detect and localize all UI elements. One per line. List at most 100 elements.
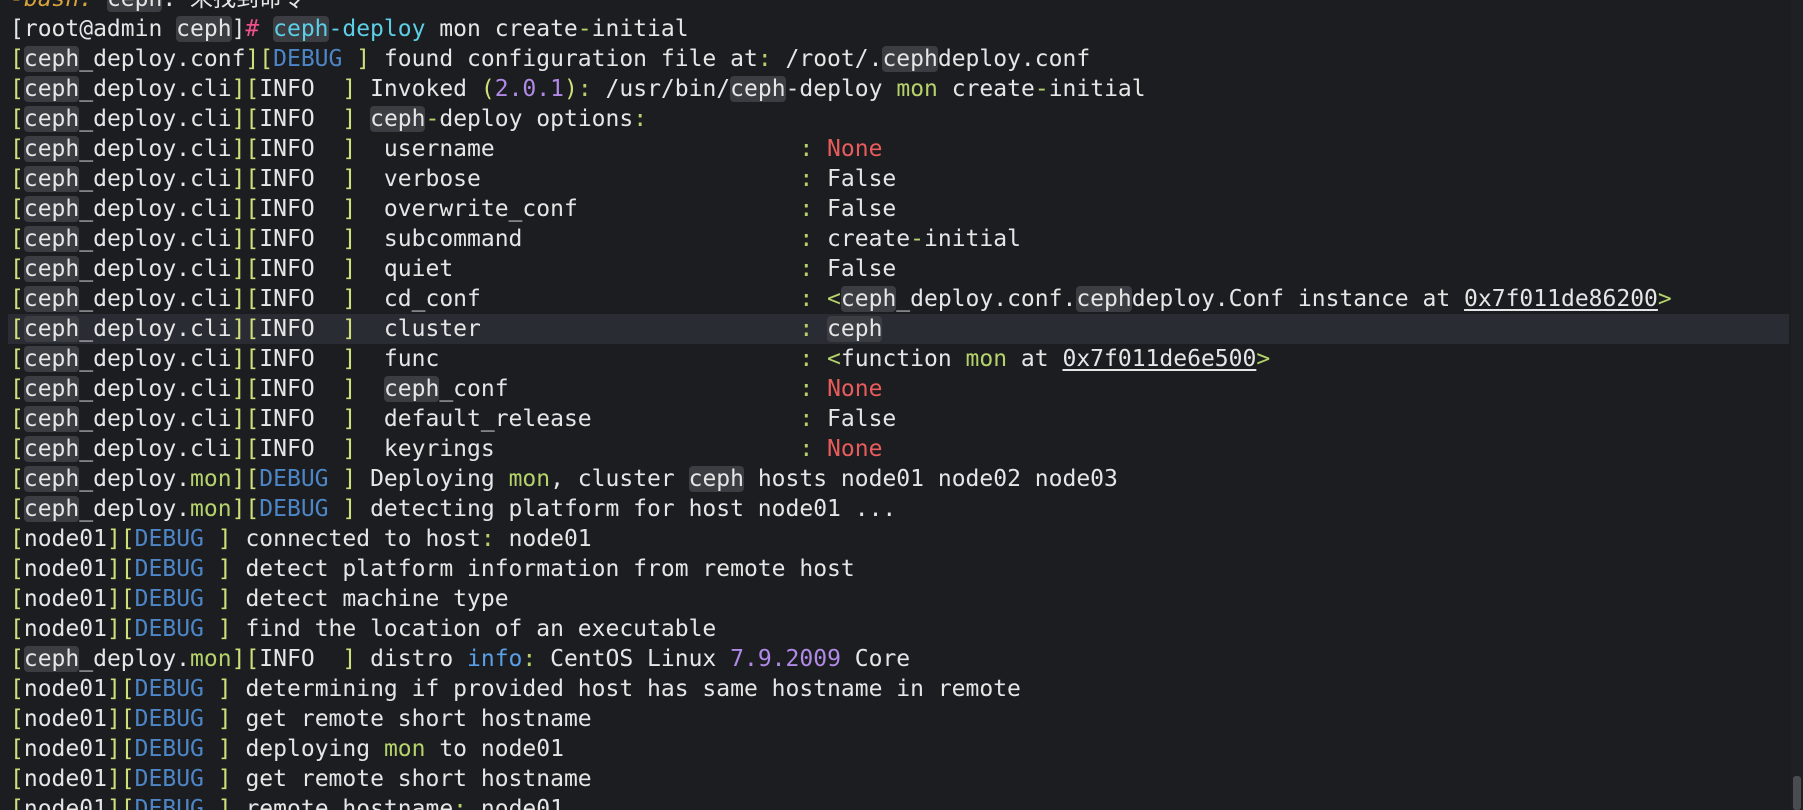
output-text: : xyxy=(577,76,592,102)
output-text: [ xyxy=(10,46,24,72)
output-text: # xyxy=(245,16,274,42)
output-text: _deploy. xyxy=(79,646,191,672)
output-text: : xyxy=(633,106,648,132)
output-text: _deploy.conf. xyxy=(896,286,1077,312)
output-text: [ xyxy=(10,736,24,762)
output-text: ][ xyxy=(106,706,135,732)
output-text: : xyxy=(757,46,772,72)
output-text: DEBUG xyxy=(273,46,357,72)
terminal-line: [ceph_deploy.cli][INFO ] default_release… xyxy=(8,404,1789,434)
output-text: [ xyxy=(10,706,24,732)
output-text: ][ xyxy=(231,256,260,282)
output-text: mon xyxy=(190,646,232,672)
output-text: DEBUG xyxy=(259,466,343,492)
output-text: INFO xyxy=(259,256,343,282)
output-text: cluster xyxy=(356,316,800,342)
output-text: ] xyxy=(217,796,232,810)
output-text: : xyxy=(799,196,828,222)
output-text: find the location of an executable xyxy=(231,616,717,642)
output-text: ][ xyxy=(231,106,260,132)
output-text: initial xyxy=(1048,76,1146,102)
output-text: : xyxy=(799,406,828,432)
output-text: , cluster xyxy=(550,466,689,492)
output-text: to node01 xyxy=(425,736,564,762)
output-text: : xyxy=(453,796,468,810)
output-text: : xyxy=(522,646,537,672)
output-text: -bash: xyxy=(10,0,107,12)
output-text: ][ xyxy=(106,796,135,810)
output-text: ] xyxy=(342,166,357,192)
output-text: _deploy.cli xyxy=(79,436,232,462)
output-text: mon xyxy=(190,496,232,522)
output-text: quiet xyxy=(356,256,800,282)
output-text: [ xyxy=(10,496,24,522)
output-text: _deploy. xyxy=(79,496,191,522)
terminal-window[interactable]: -bash: ceph: 未找到命令[root@admin ceph]# cep… xyxy=(0,0,1803,810)
output-text: ] xyxy=(217,706,232,732)
terminal-line: [node01][DEBUG ] detect platform informa… xyxy=(8,554,1789,584)
output-text: ] xyxy=(342,376,357,402)
output-text: 7.9.2009 xyxy=(730,646,841,672)
output-text: 2.0.1 xyxy=(494,76,564,102)
output-text: - xyxy=(577,16,592,42)
terminal-line: [root@admin ceph]# ceph-deploy mon creat… xyxy=(8,14,1789,44)
output-text: ] xyxy=(342,256,357,282)
output-text: - xyxy=(1034,76,1049,102)
output-text: _conf xyxy=(439,376,800,402)
output-text: INFO xyxy=(259,436,343,462)
output-text: node01 xyxy=(23,766,107,792)
output-text: [ xyxy=(10,436,24,462)
output-text: DEBUG xyxy=(134,676,218,702)
output-text: ][ xyxy=(106,556,135,582)
output-text: - xyxy=(425,106,440,132)
output-text: ceph xyxy=(23,496,80,522)
output-text: ] xyxy=(217,766,232,792)
output-text: ][ xyxy=(231,466,260,492)
output-text: node01 xyxy=(23,736,107,762)
output-text: [ xyxy=(10,346,24,372)
output-text: [ xyxy=(10,556,24,582)
output-text: /usr/bin/ xyxy=(591,76,731,102)
terminal-output: -bash: ceph: 未找到命令[root@admin ceph]# cep… xyxy=(8,0,1789,810)
output-text: node01 xyxy=(23,676,107,702)
output-text: overwrite_conf xyxy=(356,196,800,222)
output-text: -deploy xyxy=(328,16,426,42)
output-text: ] xyxy=(342,196,357,222)
output-text: detecting platform for host node01 ... xyxy=(356,496,897,522)
output-text: found configuration file at xyxy=(370,46,758,72)
output-text: ] xyxy=(342,436,357,462)
vertical-scrollbar[interactable] xyxy=(1791,0,1803,810)
output-text: : xyxy=(480,526,495,552)
output-text: : xyxy=(799,136,828,162)
terminal-line: [node01][DEBUG ] remote hostname: node01 xyxy=(8,794,1789,810)
output-text: node01 xyxy=(23,586,107,612)
output-text: ] xyxy=(342,466,357,492)
output-text: ceph xyxy=(23,226,80,252)
output-text: [ xyxy=(10,766,24,792)
output-text: < xyxy=(827,346,841,372)
output-text: [ xyxy=(10,646,24,672)
terminal-line: [node01][DEBUG ] determining if provided… xyxy=(8,674,1789,704)
output-text: INFO xyxy=(259,106,343,132)
output-text: [ xyxy=(10,526,24,552)
output-text: INFO xyxy=(259,646,343,672)
output-text: Invoked xyxy=(356,76,481,102)
output-text: distro xyxy=(356,646,468,672)
output-text: cd_conf xyxy=(356,286,800,312)
output-text: INFO xyxy=(259,406,343,432)
output-text: mon xyxy=(896,76,938,102)
terminal-line: -bash: ceph: 未找到命令 xyxy=(8,0,1789,14)
output-text: _deploy.cli xyxy=(79,136,232,162)
output-text: [ xyxy=(10,376,24,402)
output-text: ceph xyxy=(176,16,232,42)
output-text: _deploy.cli xyxy=(79,286,232,312)
output-text: ][ xyxy=(231,76,260,102)
scrollbar-thumb[interactable] xyxy=(1793,776,1801,810)
output-text: node01 xyxy=(467,796,564,810)
output-text: ceph xyxy=(882,46,938,72)
output-text: : xyxy=(799,346,828,372)
output-text: ] xyxy=(342,106,357,132)
output-text: node01 xyxy=(23,706,107,732)
output-text: [ xyxy=(10,586,24,612)
